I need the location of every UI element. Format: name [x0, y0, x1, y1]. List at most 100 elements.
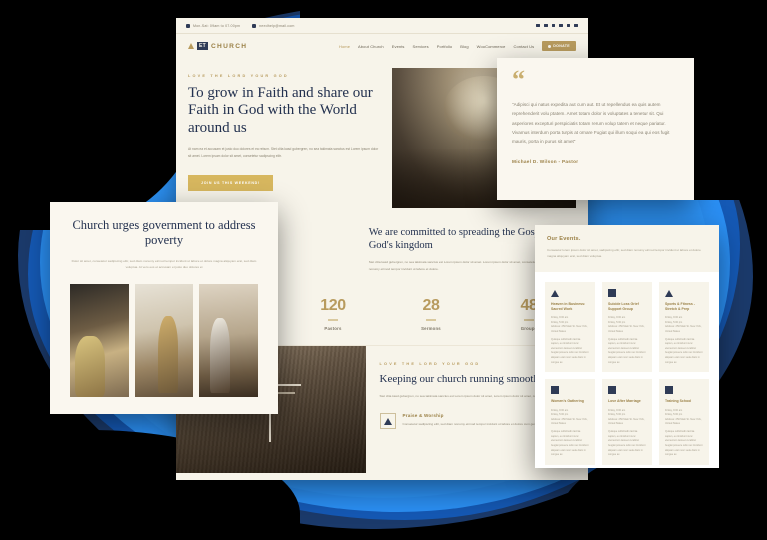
- nav-item-about-church[interactable]: About Church: [358, 44, 384, 49]
- behance-icon[interactable]: [574, 23, 578, 28]
- nav-item-services[interactable]: Services: [413, 44, 429, 49]
- news-photo-row: [70, 284, 259, 398]
- dribbble-icon[interactable]: [559, 23, 563, 28]
- hero-eyebrow: LOVE THE LORD YOUR GOD: [188, 74, 289, 78]
- hero-cta-button[interactable]: JOIN US THIS WEEKEND!: [188, 175, 273, 192]
- stat-sermons: 28 Sermons: [384, 296, 478, 331]
- donate-button[interactable]: DONATE: [542, 41, 576, 51]
- logo-badge: ET: [197, 42, 208, 50]
- event-name: Women's Gathering: [551, 399, 584, 404]
- nav-item-contact-us[interactable]: Contact Us: [513, 44, 534, 49]
- event-description: Quisque sollicitudin lacinia sapien, eu …: [608, 337, 646, 364]
- event-name: Training School: [665, 399, 692, 404]
- twitter-icon[interactable]: [544, 23, 548, 28]
- triangle-glyph: [551, 289, 559, 297]
- event-card-heaven-in-business[interactable]: Heaven in Business: Sacred Work Friday, …: [545, 281, 595, 373]
- nav-links: Home About Church Events Services Portfo…: [339, 41, 576, 51]
- stat-divider: [328, 318, 338, 321]
- event-name: Sports & Fitness - Stretch & Prep: [665, 301, 695, 311]
- hero-headline: To grow in Faith and share our Faith in …: [188, 85, 373, 136]
- events-title: Our Events.: [547, 236, 581, 242]
- event-description: Quisque sollicitudin lacinia sapien, eu …: [551, 430, 589, 457]
- church-triangle-icon: [551, 289, 559, 297]
- event-description: Quisque sollicitudin lacinia sapien, eu …: [551, 337, 589, 364]
- event-address: Address: 250 Main St. New York, United S…: [608, 325, 645, 333]
- heart-icon: [548, 44, 552, 48]
- instagram-icon[interactable]: [566, 23, 571, 28]
- event-name: Love After Marriage: [608, 399, 641, 404]
- event-card-training-school[interactable]: Training School Friday, 9:00 am Friday, …: [659, 379, 709, 465]
- clock-icon: [186, 23, 190, 28]
- book-glyph: [608, 386, 616, 395]
- events-panel: Our Events. Consetetur lorem ipsum dolor…: [535, 225, 719, 468]
- site-logo[interactable]: ET CHURCH: [188, 42, 247, 50]
- social-links[interactable]: [536, 23, 578, 28]
- screenshot-stage: Mon-Sat: 09am to 07.00pm needhelp@mail.c…: [0, 0, 767, 540]
- book-icon: [608, 386, 616, 395]
- envelope-icon: [252, 23, 257, 28]
- event-address: Address: 250 Main St. New York, United S…: [665, 325, 702, 333]
- priest-in-chapel-photo: [134, 284, 194, 398]
- events-header: Our Events. Consetetur lorem ipsum dolor…: [535, 225, 719, 272]
- nav-item-home[interactable]: Home: [339, 44, 350, 49]
- church-triangle-icon: [665, 289, 673, 297]
- testimonial-text: "Adipisci qui natus expedita aut cum aut…: [512, 101, 670, 145]
- book-icon: [665, 386, 673, 395]
- stat-sermons-value: 28: [422, 296, 440, 314]
- events-grid: Heaven in Business: Sacred Work Friday, …: [535, 272, 719, 475]
- nav-item-blog[interactable]: Blog: [460, 44, 468, 49]
- youtube-icon[interactable]: [551, 23, 556, 28]
- event-name: Heaven in Business: Sacred Work: [551, 301, 586, 311]
- stat-sermons-label: Sermons: [421, 325, 441, 331]
- stat-divider: [426, 318, 436, 321]
- triangle-glyph: [383, 417, 392, 425]
- opening-hours: Mon-Sat: 09am to 07.00pm: [186, 23, 240, 28]
- contact-email[interactable]: needhelp@mail.com: [252, 23, 295, 28]
- event-card-womens-gathering[interactable]: Women's Gathering Friday, 9:00 am Friday…: [545, 379, 595, 465]
- nav-item-woocommerce[interactable]: WooCommerce: [477, 44, 506, 49]
- utility-topbar: Mon-Sat: 09am to 07.00pm needhelp@mail.c…: [176, 18, 588, 34]
- hero-paragraph: At nam ea et accusam et justo duo dolore…: [188, 147, 379, 159]
- hero-copy: LOVE THE LORD YOUR GOD To grow in Faith …: [188, 68, 382, 210]
- event-address: Address: 250 Main St. New York, United S…: [551, 417, 588, 426]
- nav-item-events[interactable]: Events: [392, 44, 405, 49]
- book-glyph: [608, 288, 616, 297]
- stat-pastors: 120 Pastors: [286, 296, 380, 330]
- church-triangle-icon: [379, 413, 396, 430]
- event-description: Quisque sollicitudin lacinia sapien, eu …: [665, 430, 703, 457]
- events-subtitle: Consetetur lorem ipsum dolor sit amet, s…: [547, 248, 701, 259]
- book-glyph: [665, 386, 673, 395]
- triangle-glyph: [665, 289, 673, 297]
- event-address: Address: 250 Main St. New York, United S…: [551, 325, 588, 333]
- book-glyph: [551, 386, 559, 395]
- priest-with-chalice-photo: [70, 284, 129, 398]
- logo-wordmark: CHURCH: [211, 42, 248, 50]
- feature-text-block: Praise & Worship Consetetur sadipscing e…: [403, 413, 544, 429]
- event-card-love-after-marriage[interactable]: Love After Marriage Friday, 9:00 am Frid…: [602, 379, 652, 465]
- monks-on-stairs-photo: [199, 284, 259, 398]
- donate-button-label: DONATE: [553, 44, 570, 48]
- event-description: Quisque sollicitudin lacinia sapien, eu …: [665, 337, 703, 364]
- feature-description: Consetetur sadipscing elitr, sed diam no…: [402, 422, 544, 427]
- event-card-suicide-loss-grief[interactable]: Suicide Loss Grief Support Group Friday,…: [602, 281, 652, 373]
- event-address: Address: 250 Main St. New York, United S…: [608, 417, 645, 426]
- event-name: Suicide Loss Grief Support Group: [608, 301, 639, 311]
- triangle-church-icon: [188, 43, 194, 49]
- feature-title: Praise & Worship: [402, 413, 444, 419]
- book-icon: [551, 386, 559, 395]
- testimonial-author: Michael D. Wilson - Pastor: [512, 158, 579, 164]
- facebook-icon[interactable]: [536, 23, 541, 28]
- testimonial-card: “ "Adipisci qui natus expedita aut cum a…: [497, 58, 694, 200]
- event-address: Address: 250 Main St. New York, United S…: [665, 417, 702, 426]
- event-card-sports-fitness[interactable]: Sports & Fitness - Stretch & Prep Friday…: [659, 281, 709, 373]
- quotation-mark-icon: “: [512, 65, 525, 94]
- news-headline: Church urges government to address pover…: [72, 218, 256, 248]
- contact-email-text: needhelp@mail.com: [259, 23, 295, 28]
- primary-navbar: ET CHURCH Home About Church Events Servi…: [176, 34, 588, 58]
- news-article-card: Church urges government to address pover…: [50, 202, 278, 414]
- event-description: Quisque sollicitudin lacinia sapien, eu …: [608, 430, 646, 457]
- stat-pastors-value: 120: [320, 296, 346, 314]
- news-paragraph: Dolor sit amet, consetetur sadipscing el…: [71, 258, 257, 269]
- book-icon: [608, 288, 616, 297]
- nav-item-portfolio[interactable]: Portfolio: [437, 44, 453, 49]
